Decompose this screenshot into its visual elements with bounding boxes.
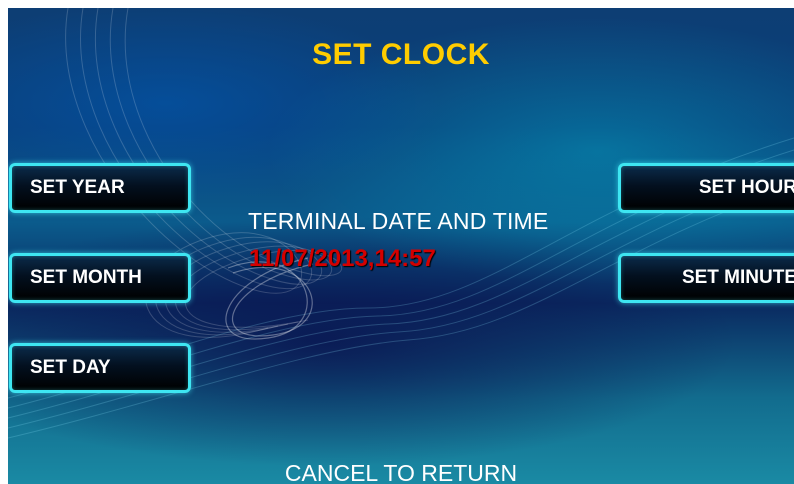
set-minute-label: SET MINUTE [681,267,794,288]
set-month-button[interactable]: SET MONTH [9,253,191,303]
set-month-label: SET MONTH [30,267,142,288]
atm-screen: SET CLOCK SET YEAR SET MONTH SET DAY SET… [8,8,794,484]
terminal-datetime-value: 11/07/2013,14:57 [249,245,436,272]
cancel-to-return[interactable]: CANCEL TO RETURN [8,460,794,484]
set-year-button[interactable]: SET YEAR [9,163,191,213]
set-day-label: SET DAY [30,357,111,378]
set-hour-button[interactable]: SET HOUR [618,163,794,213]
set-minute-button[interactable]: SET MINUTE [618,253,794,303]
set-year-label: SET YEAR [30,177,125,198]
set-hour-label: SET HOUR [698,177,794,198]
screen-title: SET CLOCK [312,38,490,71]
terminal-datetime-label: TERMINAL DATE AND TIME [248,208,549,234]
set-day-button[interactable]: SET DAY [9,343,191,393]
